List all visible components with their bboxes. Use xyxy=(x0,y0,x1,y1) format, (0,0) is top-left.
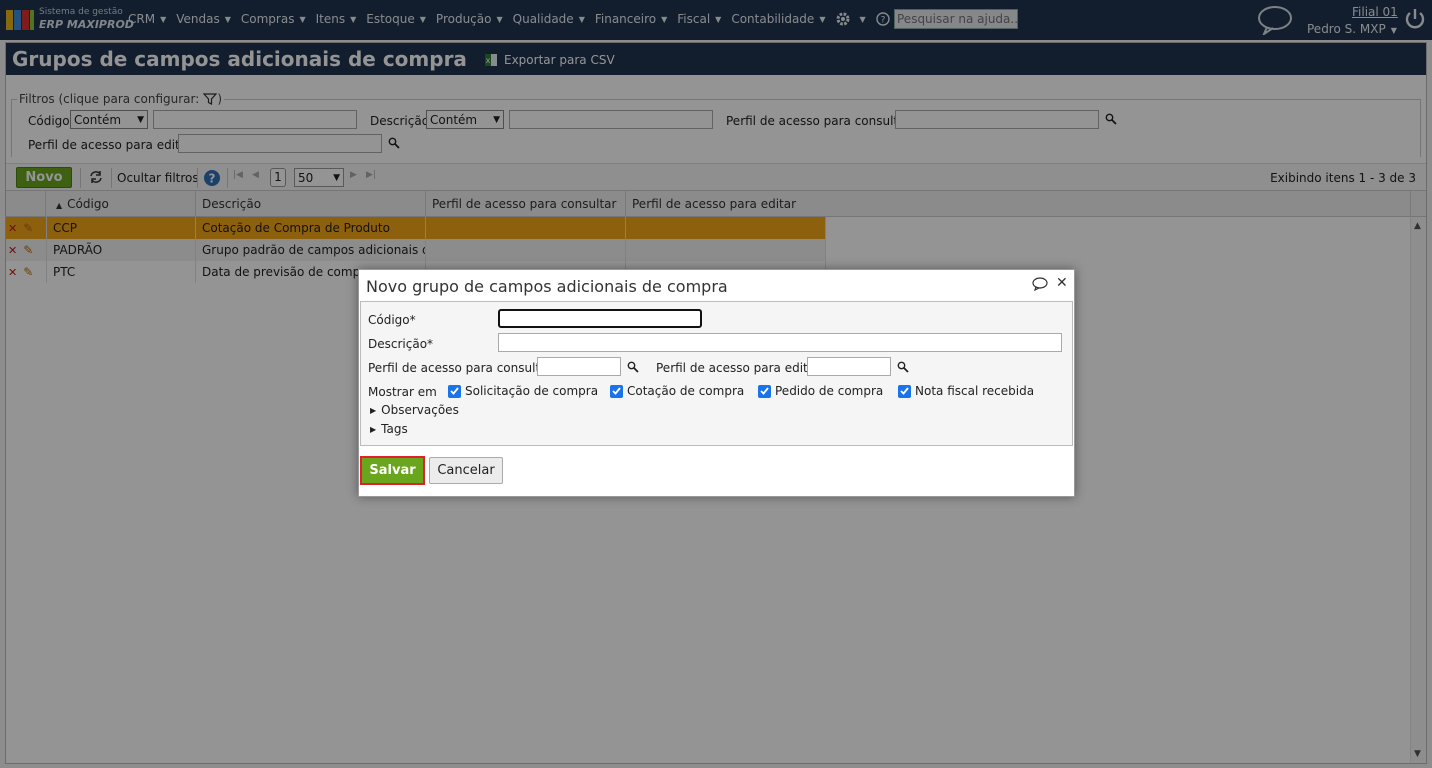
check-icon xyxy=(448,384,461,398)
tags-expander[interactable]: ▶ Tags xyxy=(370,422,408,436)
dialog-form: Código* Descrição* Perfil de acesso para… xyxy=(360,301,1073,446)
check-icon xyxy=(758,384,771,398)
new-group-dialog: Novo grupo de campos adicionais de compr… xyxy=(358,269,1075,497)
cancel-button[interactable]: Cancelar xyxy=(429,457,503,484)
description-input[interactable] xyxy=(498,333,1062,352)
edit-profile-label: Perfil de acesso para editar xyxy=(656,361,821,375)
caret-right-icon: ▶ xyxy=(370,424,377,434)
code-label: Código* xyxy=(368,313,416,327)
checkbox-purchase-quotation[interactable]: Cotação de compra xyxy=(610,384,744,398)
show-in-label: Mostrar em xyxy=(368,385,437,399)
dialog-title: Novo grupo de campos adicionais de compr… xyxy=(366,277,728,296)
notes-expander[interactable]: ▶ Observações xyxy=(370,403,459,417)
search-icon[interactable] xyxy=(897,361,909,373)
check-icon xyxy=(898,384,911,398)
view-profile-label: Perfil de acesso para consultar xyxy=(368,361,553,375)
check-icon xyxy=(610,384,623,398)
edit-profile-input[interactable] xyxy=(807,357,891,376)
search-icon[interactable] xyxy=(627,361,639,373)
code-input[interactable] xyxy=(498,309,702,328)
save-button[interactable]: Salvar xyxy=(360,456,425,485)
caret-right-icon: ▶ xyxy=(370,405,377,415)
close-icon[interactable]: ✕ xyxy=(1056,275,1068,291)
comment-icon[interactable] xyxy=(1032,277,1048,291)
view-profile-input[interactable] xyxy=(537,357,621,376)
description-label: Descrição* xyxy=(368,337,434,351)
checkbox-received-invoice[interactable]: Nota fiscal recebida xyxy=(898,384,1034,398)
checkbox-purchase-request[interactable]: Solicitação de compra xyxy=(448,384,598,398)
checkbox-purchase-order[interactable]: Pedido de compra xyxy=(758,384,883,398)
